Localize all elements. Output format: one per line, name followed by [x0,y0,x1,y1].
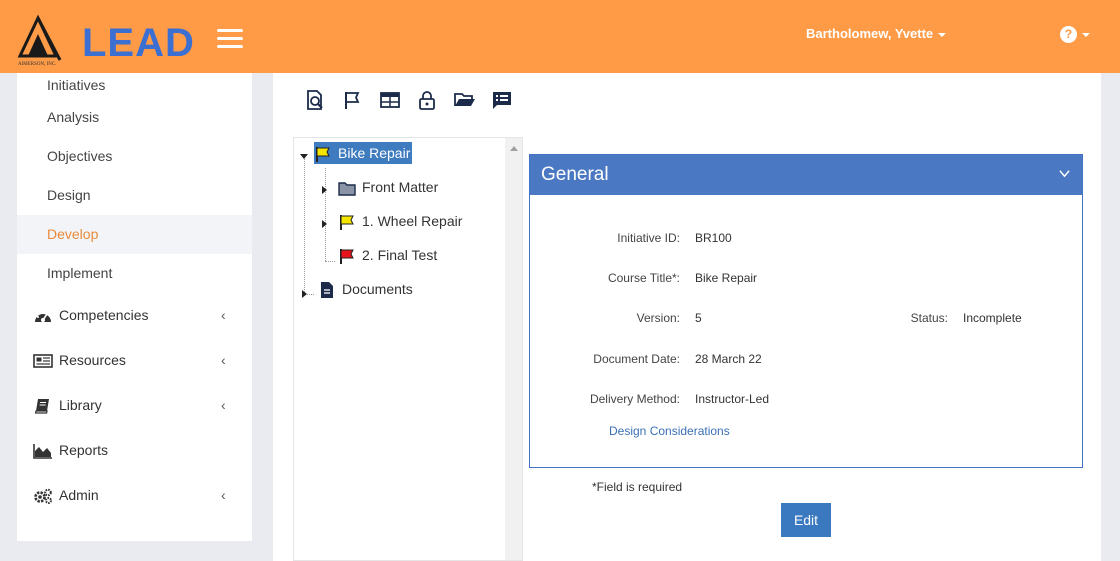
tree-node-bike-repair[interactable]: Bike Repair [314,142,413,164]
nav-label: Resources [59,352,126,368]
sidebar-item-competencies[interactable]: Competencies ‹ [17,293,252,338]
chevron-left-icon: ‹ [221,397,226,413]
sidebar-item-develop[interactable]: Develop [17,215,252,254]
sidebar-item-initiatives[interactable]: Initiatives [17,73,252,98]
tree-expander[interactable] [302,290,307,298]
lock-icon[interactable] [416,89,438,111]
edit-button[interactable]: Edit [781,503,831,537]
sidebar-item-analysis[interactable]: Analysis [17,98,252,137]
logo-text: LEAD [82,21,195,65]
document-date-value: 28 March 22 [695,352,762,366]
tree-connector [325,168,326,261]
newspaper-icon [33,354,53,369]
table-icon[interactable] [379,89,401,111]
status-label: Status: [910,311,948,325]
scroll-up-arrow-icon[interactable] [510,146,518,151]
tree-node-front-matter[interactable]: Front Matter [338,176,438,198]
chevron-left-icon: ‹ [221,487,226,503]
tree-node-label: Documents [342,281,413,297]
document-date-label: Document Date: [593,352,680,366]
tree-node-label: Bike Repair [338,145,411,161]
list-icon[interactable] [491,89,513,111]
hamburger-menu-button[interactable] [217,29,243,49]
tree-expander[interactable] [322,186,327,194]
nav-label: Library [59,397,102,413]
initiative-id-label: Initiative ID: [617,231,680,245]
caret-down-icon [938,32,947,37]
logo-subtext: AIMERSON, INC. [18,62,56,67]
chevron-left-icon: ‹ [221,352,226,368]
nav-label: Admin [59,487,99,503]
tree-node-label: 2. Final Test [362,247,438,263]
search-document-icon[interactable] [304,89,326,111]
general-panel: General Initiative ID: BR100 Course Titl… [529,154,1083,468]
user-name: Bartholomew, Yvette [806,26,934,41]
red-flag-icon [340,249,354,265]
version-value: 5 [695,311,702,325]
yellow-flag-icon [316,147,330,163]
help-menu[interactable]: ? [1060,26,1090,44]
tree-node-label: Front Matter [362,179,439,195]
lead-logo[interactable]: LEAD AIMERSON, INC. [16,14,198,68]
yellow-flag-icon [340,215,354,231]
folder-icon [338,182,356,196]
nav-label: Reports [59,442,109,458]
area-chart-icon [33,444,52,460]
initiative-tree: Bike Repair Front Matter 1. Wheel Repair… [293,137,523,561]
sidebar-item-design[interactable]: Design [17,176,252,215]
panel-title: General [541,164,609,185]
dashboard-icon [35,311,51,323]
book-icon [34,399,49,414]
delivery-method-label: Delivery Method: [589,392,680,406]
tree-scrollbar[interactable] [505,138,522,560]
version-label: Version: [636,311,680,325]
course-title-label: Course Title*: [607,271,680,285]
sidebar: Initiatives Analysis Objectives Design D… [17,73,252,541]
chevron-left-icon: ‹ [221,307,226,323]
tree-node-label: 1. Wheel Repair [362,213,463,229]
general-panel-header[interactable]: General [530,155,1082,195]
top-bar: LEAD AIMERSON, INC. Bartholomew, Yvette … [0,0,1120,73]
document-icon [321,282,333,299]
tree-node-wheel-repair[interactable]: 1. Wheel Repair [338,210,462,232]
sidebar-item-library[interactable]: Library ‹ [17,383,252,428]
cogs-icon [34,488,52,505]
sidebar-item-objectives[interactable]: Objectives [17,137,252,176]
main-content: Bike Repair Front Matter 1. Wheel Repair… [273,73,1101,561]
nav-label: Competencies [59,307,149,323]
tree-node-documents[interactable]: Documents [318,278,413,300]
user-menu[interactable]: Bartholomew, Yvette [806,26,947,41]
sidebar-item-reports[interactable]: Reports [17,428,252,473]
tree-node-final-test[interactable]: 2. Final Test [338,244,437,266]
help-icon: ? [1060,26,1077,44]
status-value: Incomplete [963,311,1022,325]
toolbar [304,89,524,113]
tree-expander[interactable] [300,154,308,159]
sidebar-sub-list: Initiatives Analysis Objectives Design D… [17,73,252,293]
tree-connector [325,261,335,262]
tree-expander[interactable] [322,220,327,228]
required-field-note: *Field is required [592,480,683,494]
sidebar-item-admin[interactable]: Admin ‹ [17,473,252,518]
flag-icon[interactable] [341,89,363,111]
sidebar-item-resources[interactable]: Resources ‹ [17,338,252,383]
design-considerations-link[interactable]: Design Considerations [609,424,730,438]
initiative-id-value: BR100 [695,231,732,245]
sidebar-item-implement[interactable]: Implement [17,254,252,293]
course-title-value: Bike Repair [695,271,758,285]
folder-open-icon[interactable] [453,89,476,111]
delivery-method-value: Instructor-Led [695,392,770,406]
caret-down-icon [1082,32,1090,37]
chevron-down-icon[interactable] [1059,168,1070,179]
tree-connector [304,154,305,294]
